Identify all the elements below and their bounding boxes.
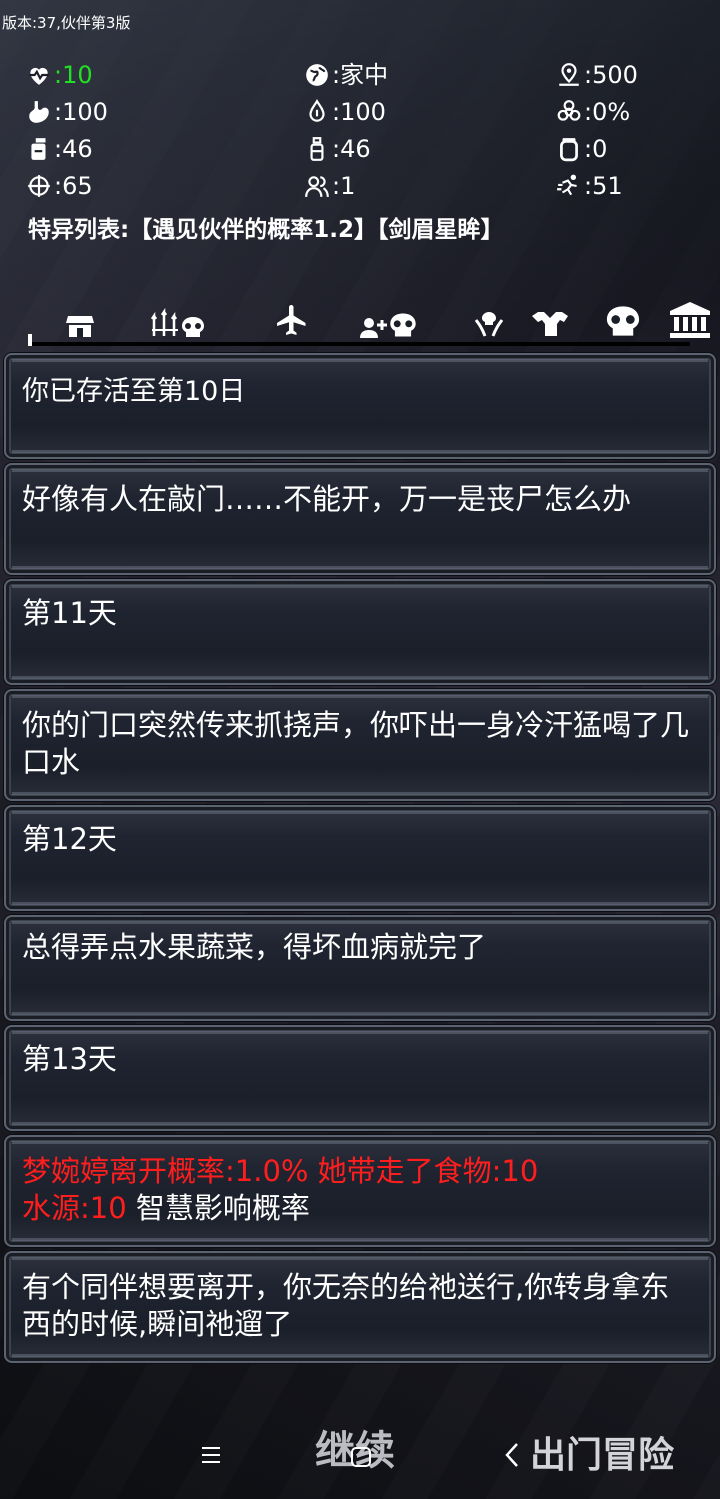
stat-item-b: :46 [304, 134, 371, 164]
log-entry: 好像有人在敲门……不能开，万一是丧尸怎么办 [4, 463, 716, 575]
bank-icon[interactable] [668, 302, 712, 338]
stat-speed: :51 [556, 171, 623, 201]
distance-value: :500 [584, 61, 638, 89]
bottle-icon [310, 137, 324, 161]
shop-icon[interactable] [66, 314, 94, 338]
nav-scroll-track[interactable] [28, 334, 690, 346]
nav-scroll-thumb[interactable] [28, 334, 32, 346]
companions-value: :1 [332, 172, 356, 200]
stat-food: :100 [26, 97, 108, 127]
hands-skull-icon[interactable] [474, 308, 504, 338]
trident-skull-icon[interactable] [150, 308, 206, 338]
log-text: 第12天 [22, 822, 117, 856]
stat-item-c: :0 [556, 134, 607, 164]
aim-value: :65 [54, 172, 93, 200]
action-nav-bar [0, 298, 720, 346]
stat-distance: :500 [556, 60, 638, 90]
log-text: 第11天 [22, 596, 117, 630]
muscle-icon[interactable] [530, 308, 570, 338]
skull-icon[interactable] [604, 304, 642, 338]
log-entry: 总得弄点水果蔬菜，得坏血病就完了 [4, 915, 716, 1021]
stat-water: :100 [304, 97, 386, 127]
speed-value: :51 [584, 172, 623, 200]
leave-probability-text: 梦婉婷离开概率:1.0% 她带走了食物:10 [22, 1154, 539, 1188]
log-text: 有个同伴想要离开，你无奈的给祂送行,你转身拿东西的时候,瞬间祂遛了 [22, 1270, 670, 1341]
people-icon [305, 176, 329, 197]
log-text: 好像有人在敲门……不能开，万一是丧尸怎么办 [22, 482, 632, 516]
globe-icon [306, 64, 328, 86]
stomach-icon [29, 101, 49, 123]
home-icon[interactable] [350, 1446, 372, 1472]
stat-infection: :0% [556, 97, 630, 127]
crosshair-icon [28, 175, 50, 197]
stat-health: :10 [26, 60, 93, 90]
log-entry: 有个同伴想要离开，你无奈的给祂送行,你转身拿东西的时候,瞬间祂遛了 [4, 1251, 716, 1363]
leave-water-text: 水源:10 [22, 1191, 127, 1225]
traits-list: 特异列表:【遇见伙伴的概率1.2】【剑眉星眸】 [28, 217, 504, 243]
running-icon [557, 174, 577, 196]
log-entry-leave-event: 梦婉婷离开概率:1.0% 她带走了食物:10 水源:10 智慧影响概率 [4, 1135, 716, 1247]
stat-companions: :1 [304, 171, 355, 201]
jar-icon [560, 138, 578, 162]
stat-location: :家中 [304, 60, 388, 90]
log-text: 你的门口突然传来抓挠声，你吓出一身冷汗猛喝了几口水 [22, 708, 690, 779]
log-entry: 第12天 [4, 805, 716, 911]
log-text: 总得弄点水果蔬菜，得坏血病就完了 [22, 930, 487, 964]
item-b-value: :46 [332, 135, 371, 163]
log-entry: 第11天 [4, 579, 716, 685]
location-value: :家中 [332, 61, 389, 89]
log-text: 第13天 [22, 1042, 117, 1076]
version-label: 版本:37,伙伴第3版 [2, 14, 131, 32]
stat-aim: :65 [26, 171, 93, 201]
log-entry: 你的门口突然传来抓挠声，你吓出一身冷汗猛喝了几口水 [4, 689, 716, 801]
go-out-adventure-button[interactable]: 出门冒险 [530, 1426, 674, 1478]
map-pin-icon [559, 63, 579, 86]
log-entry: 第13天 [4, 1025, 716, 1131]
back-icon[interactable] [504, 1442, 520, 1472]
health-value: :10 [54, 61, 93, 89]
airplane-icon[interactable] [274, 302, 310, 338]
bottom-bar: 继续 出门冒险 [0, 1410, 720, 1499]
add-companion-skull-icon[interactable] [360, 312, 418, 338]
biohazard-icon [557, 100, 581, 121]
menu-icon[interactable] [200, 1446, 222, 1468]
food-value: :100 [54, 98, 108, 126]
log-entry: 你已存活至第10日 [4, 353, 716, 459]
stat-item-a: :46 [26, 134, 93, 164]
leave-wisdom-text: 智慧影响概率 [126, 1191, 310, 1225]
log-text: 你已存活至第10日 [22, 376, 246, 407]
leave-event-text: 梦婉婷离开概率:1.0% 她带走了食物:10 水源:10 智慧影响概率 [22, 1153, 696, 1227]
item-a-value: :46 [54, 135, 93, 163]
heart-pulse-icon [29, 67, 49, 85]
item-c-value: :0 [584, 135, 608, 163]
water-value: :100 [332, 98, 386, 126]
infection-value: :0% [584, 98, 631, 126]
canned-food-icon [31, 138, 46, 160]
water-drop-icon [309, 99, 325, 122]
